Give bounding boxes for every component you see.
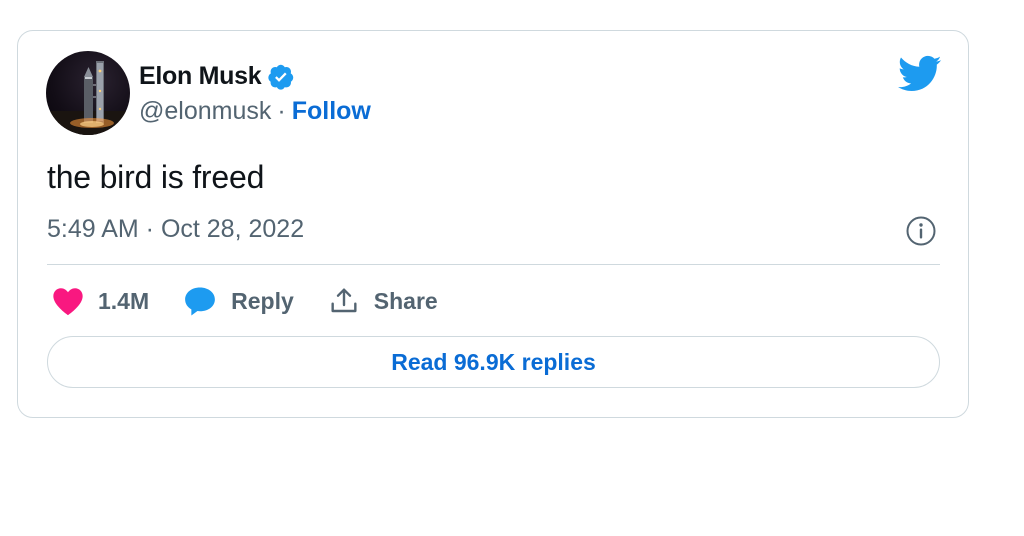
share-label: Share (373, 287, 438, 314)
tweet-card: Elon Musk @elonmusk · Follow the bird is… (17, 30, 969, 418)
follow-link[interactable]: Follow (292, 97, 371, 126)
reply-button[interactable]: Reply (183, 285, 294, 317)
author-name-row: Elon Musk (139, 62, 295, 91)
tweet-timestamp[interactable]: 5:49 AM · Oct 28, 2022 (47, 215, 304, 244)
reply-bubble-icon (185, 287, 216, 316)
info-icon[interactable] (905, 215, 937, 247)
read-replies-button[interactable]: Read 96.9K replies (47, 336, 940, 388)
share-icon (331, 288, 357, 313)
tweet-text: the bird is freed (47, 159, 265, 195)
heart-icon (53, 288, 83, 316)
twitter-bird-icon[interactable] (898, 55, 942, 93)
action-bar: 1.4M Reply Share (52, 283, 472, 319)
avatar[interactable] (46, 51, 130, 135)
likes-count: 1.4M (98, 287, 150, 314)
author-name[interactable]: Elon Musk (139, 62, 262, 91)
share-button[interactable]: Share (328, 285, 438, 317)
avatar-image (46, 61, 130, 135)
verified-badge-icon (268, 64, 294, 90)
reply-label: Reply (231, 287, 294, 314)
separator-dot: · (277, 97, 286, 125)
like-button[interactable]: 1.4M (52, 286, 149, 316)
divider (47, 264, 940, 265)
author-handle[interactable]: @elonmusk (139, 97, 271, 126)
handle-row: @elonmusk · Follow (139, 97, 371, 126)
